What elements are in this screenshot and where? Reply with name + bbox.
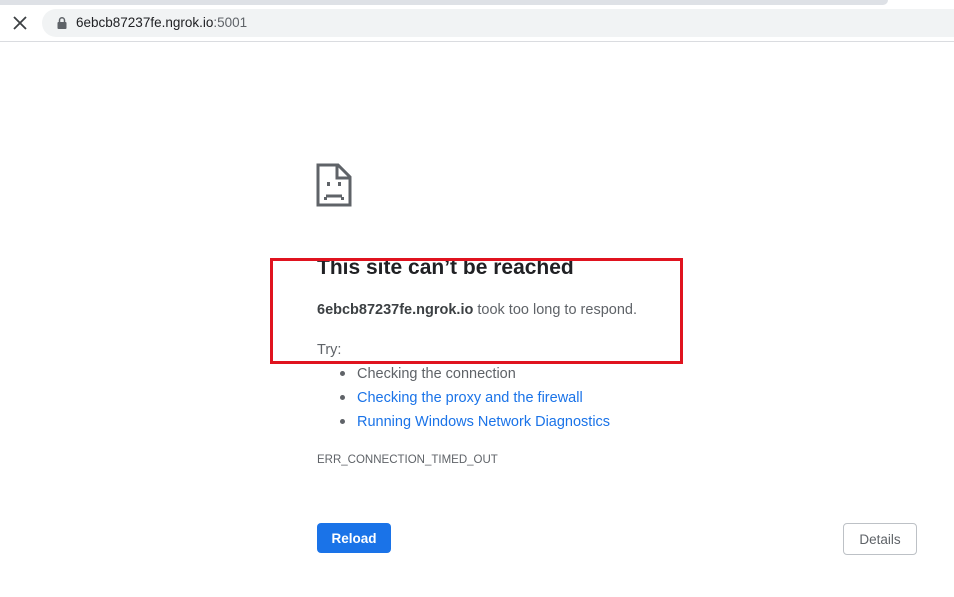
suggestion-check-connection: Checking the connection xyxy=(340,364,610,388)
url-text[interactable]: 6ebcb87237fe.ngrok.io:5001 xyxy=(76,15,247,30)
sad-document-icon xyxy=(316,163,352,207)
url-host: 6ebcb87237fe.ngrok.io xyxy=(76,15,214,30)
suggestion-list: Checking the connection Checking the pro… xyxy=(340,364,610,436)
browser-toolbar: 6ebcb87237fe.ngrok.io:5001 xyxy=(0,0,954,42)
reload-button[interactable]: Reload xyxy=(317,523,391,553)
try-label: Try: xyxy=(317,342,342,358)
stop-loading-button[interactable] xyxy=(6,9,34,37)
suggestion-check-proxy-link[interactable]: Checking the proxy and the firewall xyxy=(340,388,610,412)
address-bar[interactable]: 6ebcb87237fe.ngrok.io:5001 xyxy=(42,9,954,37)
error-code: ERR_CONNECTION_TIMED_OUT xyxy=(317,454,498,466)
url-port: :5001 xyxy=(213,15,248,30)
page-title: This site can’t be reached xyxy=(317,256,574,279)
lock-icon[interactable] xyxy=(55,16,69,30)
tab-strip-edge xyxy=(0,0,888,5)
details-button[interactable]: Details xyxy=(843,523,917,555)
close-icon xyxy=(13,16,27,30)
error-description: 6ebcb87237fe.ngrok.io took too long to r… xyxy=(317,302,637,318)
error-message: took too long to respond. xyxy=(473,302,637,318)
error-host: 6ebcb87237fe.ngrok.io xyxy=(317,302,474,318)
suggestion-network-diagnostics-link[interactable]: Running Windows Network Diagnostics xyxy=(340,412,610,436)
